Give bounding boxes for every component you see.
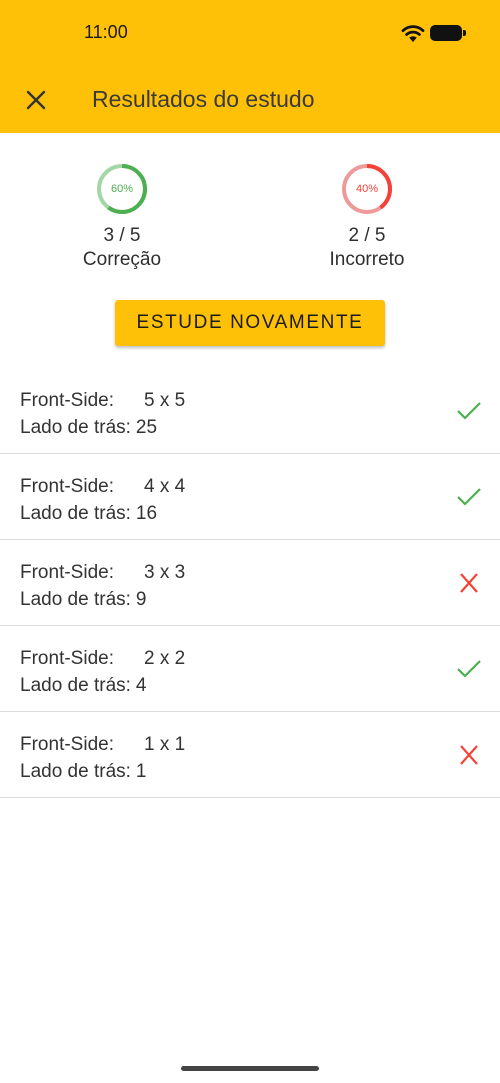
cross-icon bbox=[460, 573, 478, 593]
correct-label: Correção bbox=[82, 249, 162, 270]
close-icon bbox=[26, 90, 46, 110]
check-icon bbox=[457, 660, 481, 678]
front-label: Front-Side: bbox=[20, 734, 114, 755]
front-label: Front-Side: bbox=[20, 648, 114, 669]
list-item: Front-Side: 2 x 2 Lado de trás: 4 bbox=[0, 626, 500, 712]
back-label: Lado de trás: bbox=[20, 589, 131, 610]
back-value: 4 bbox=[135, 675, 147, 696]
list-item: Front-Side: 4 x 4 Lado de trás: 16 bbox=[0, 454, 500, 540]
check-icon bbox=[457, 402, 481, 420]
incorrect-percent: 40% bbox=[355, 183, 379, 195]
correct-progress-ring: 60% bbox=[95, 162, 149, 216]
list-item: Front-Side: 1 x 1 Lado de trás: 1 bbox=[0, 712, 500, 798]
app-bar: 11:00 Resultados do estudo bbox=[0, 0, 500, 133]
cross-icon bbox=[460, 745, 478, 765]
back-label: Lado de trás: bbox=[20, 503, 131, 524]
incorrect-count: 2 / 5 bbox=[348, 225, 386, 246]
list-item: Front-Side: 5 x 5 Lado de trás: 25 bbox=[0, 368, 500, 454]
back-value: 16 bbox=[135, 503, 158, 524]
page-title: Resultados do estudo bbox=[92, 86, 315, 112]
back-value: 1 bbox=[135, 761, 147, 782]
front-value: 1 x 1 bbox=[144, 734, 186, 755]
front-value: 3 x 3 bbox=[144, 562, 186, 583]
back-label: Lado de trás: bbox=[20, 417, 131, 438]
status-time: 11:00 bbox=[84, 22, 128, 42]
card-text: Front-Side: 2 x 2 Lado de trás: 4 bbox=[20, 645, 185, 699]
home-indicator[interactable] bbox=[181, 1066, 319, 1071]
front-value: 5 x 5 bbox=[144, 390, 186, 411]
incorrect-label: Incorreto bbox=[329, 249, 405, 270]
battery-icon bbox=[430, 25, 462, 41]
correct-stat: 60% 3 / 5 Correção bbox=[42, 162, 202, 272]
results-screen: 11:00 Resultados do estudo 60% 3 / 5 Cor… bbox=[0, 0, 500, 1083]
check-icon bbox=[457, 488, 481, 506]
back-label: Lado de trás: bbox=[20, 675, 131, 696]
battery-tip bbox=[463, 30, 466, 36]
back-label: Lado de trás: bbox=[20, 761, 131, 782]
front-value: 4 x 4 bbox=[144, 476, 186, 497]
back-value: 9 bbox=[135, 589, 147, 610]
wifi-icon bbox=[401, 25, 425, 42]
incorrect-progress-ring: 40% bbox=[340, 162, 394, 216]
correct-percent: 60% bbox=[110, 183, 134, 195]
back-value: 25 bbox=[135, 417, 158, 438]
card-text: Front-Side: 3 x 3 Lado de trás: 9 bbox=[20, 559, 185, 613]
front-label: Front-Side: bbox=[20, 390, 114, 411]
card-text: Front-Side: 4 x 4 Lado de trás: 16 bbox=[20, 473, 185, 527]
front-label: Front-Side: bbox=[20, 476, 114, 497]
list-item: Front-Side: 3 x 3 Lado de trás: 9 bbox=[0, 540, 500, 626]
close-button[interactable] bbox=[20, 84, 52, 116]
study-again-button[interactable]: ESTUDE NOVAMENTE bbox=[115, 300, 385, 346]
correct-count: 3 / 5 bbox=[103, 225, 141, 246]
card-text: Front-Side: 1 x 1 Lado de trás: 1 bbox=[20, 731, 185, 785]
front-value: 2 x 2 bbox=[144, 648, 186, 669]
front-label: Front-Side: bbox=[20, 562, 114, 583]
card-results-list: Front-Side: 5 x 5 Lado de trás: 25 Front-S… bbox=[0, 368, 500, 798]
status-icons bbox=[400, 22, 470, 44]
incorrect-stat: 40% 2 / 5 Incorreto bbox=[287, 162, 447, 272]
card-text: Front-Side: 5 x 5 Lado de trás: 25 bbox=[20, 387, 185, 441]
